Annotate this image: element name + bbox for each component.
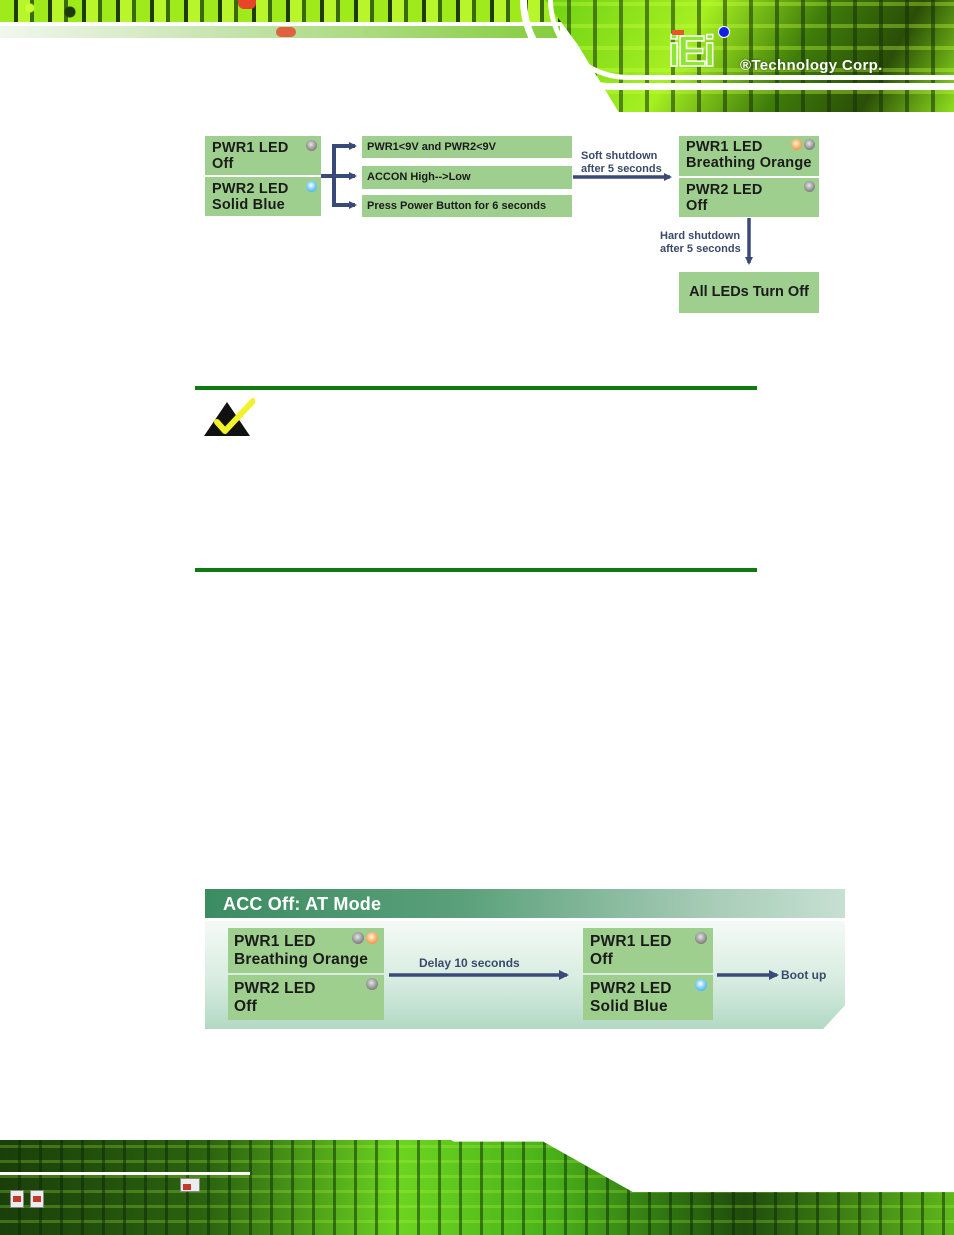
led-blue-icon bbox=[306, 181, 317, 192]
led-status: Breathing Orange bbox=[686, 155, 812, 171]
state-box-pwr1-breathing-orange: PWR1 LED Breathing Orange bbox=[679, 136, 819, 176]
led-name: PWR2 LED bbox=[212, 181, 289, 197]
component-decoration bbox=[10, 1190, 24, 1208]
note-checkmark-icon bbox=[204, 398, 255, 436]
soft-shutdown-label-line2: after 5 seconds bbox=[581, 163, 662, 175]
state-box-pwr1-off: PWR1 LED Off bbox=[583, 928, 713, 973]
led-name: PWR2 LED bbox=[686, 182, 763, 198]
led-off-icon bbox=[804, 181, 815, 192]
state-box-pwr2-off: PWR2 LED Off bbox=[228, 975, 384, 1020]
led-off-icon bbox=[366, 978, 378, 990]
led-off-icon bbox=[695, 932, 707, 944]
delay-label: Delay 10 seconds bbox=[419, 956, 520, 970]
hard-shutdown-label-line2: after 5 seconds bbox=[660, 243, 741, 255]
led-status: Breathing Orange bbox=[234, 951, 369, 968]
component-decoration bbox=[180, 1178, 200, 1192]
state-box-all-leds-off: All LEDs Turn Off bbox=[679, 272, 819, 313]
hard-shutdown-label-line1: Hard shutdown bbox=[660, 230, 741, 242]
led-status: Off bbox=[234, 998, 257, 1015]
state-box-pwr2-solid-blue: PWR2 LED Solid Blue bbox=[583, 975, 713, 1020]
led-status: Solid Blue bbox=[212, 197, 285, 213]
led-status: Off bbox=[686, 198, 708, 214]
led-status: Solid Blue bbox=[590, 998, 668, 1015]
condition-accon-high-low: ACCON High-->Low bbox=[362, 166, 572, 189]
led-name: PWR2 LED bbox=[234, 980, 316, 997]
condition-low-voltage: PWR1<9V and PWR2<9V bbox=[362, 136, 572, 158]
component-decoration bbox=[30, 1190, 44, 1208]
note-bottom-rule bbox=[195, 568, 757, 572]
condition-press-power-button: Press Power Button for 6 seconds bbox=[362, 195, 572, 217]
state-box-pwr1-breathing-orange: PWR1 LED Breathing Orange bbox=[228, 928, 384, 973]
page-footer-banner bbox=[0, 1120, 954, 1235]
led-off-icon bbox=[306, 140, 317, 151]
soft-shutdown-label: Soft shutdown after 5 seconds bbox=[581, 150, 662, 176]
state-box-pwr2-off: PWR2 LED Off bbox=[679, 178, 819, 217]
state-box-pwr2-solid-blue: PWR2 LED Solid Blue bbox=[205, 177, 321, 216]
led-off-icon bbox=[352, 932, 364, 944]
footer-swoosh-line bbox=[0, 1172, 250, 1175]
state-box-pwr1-off: PWR1 LED Off bbox=[205, 136, 321, 175]
soft-shutdown-label-line1: Soft shutdown bbox=[581, 150, 658, 162]
note-top-rule bbox=[195, 386, 757, 390]
led-name: PWR1 LED bbox=[212, 140, 289, 156]
led-orange-icon bbox=[791, 139, 802, 150]
hard-shutdown-label: Hard shutdown after 5 seconds bbox=[660, 230, 741, 256]
led-off-icon bbox=[804, 139, 815, 150]
acc-off-at-mode-diagram: ACC Off: AT Mode PWR1 LED Breathing Oran… bbox=[205, 889, 845, 1029]
led-status: Off bbox=[590, 951, 613, 968]
boot-up-label: Boot up bbox=[781, 968, 827, 982]
branch-connector bbox=[321, 145, 336, 207]
led-orange-icon bbox=[366, 932, 378, 944]
led-status: Off bbox=[212, 156, 234, 172]
led-blue-icon bbox=[695, 979, 707, 991]
